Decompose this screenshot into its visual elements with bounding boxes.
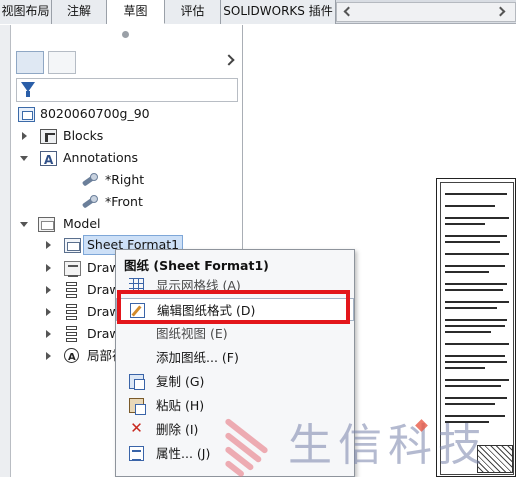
- section-view-icon: [66, 304, 78, 320]
- watermark-logo-icon: [222, 411, 282, 477]
- expand-arrow-icon[interactable]: [22, 132, 27, 140]
- scroll-left-icon[interactable]: [343, 6, 354, 17]
- sheet-format-icon: [64, 238, 81, 253]
- expand-arrow-icon[interactable]: [46, 241, 51, 249]
- feature-tree-tab-button[interactable]: [16, 51, 44, 74]
- panel-grip-icon[interactable]: [122, 31, 129, 38]
- command-manager-tabs: 视图布局 注解 草图 评估 SOLIDWORKS 插件: [0, 0, 516, 24]
- collapse-arrow-icon[interactable]: [20, 222, 28, 227]
- menu-item-copy[interactable]: 复制 (G): [116, 370, 354, 393]
- menu-item-add-sheet[interactable]: 添加图纸... (F): [116, 346, 354, 369]
- collapse-arrow-icon[interactable]: [20, 156, 28, 161]
- paste-icon: [129, 398, 146, 415]
- drawing-doc-icon: [18, 107, 35, 122]
- tab-annotation[interactable]: 注解: [52, 0, 107, 24]
- delete-icon: ✕: [130, 419, 143, 437]
- tab-evaluate[interactable]: 评估: [165, 0, 221, 24]
- expand-arrow-icon[interactable]: [46, 264, 51, 272]
- tree-item-label: Blocks: [63, 128, 104, 143]
- tree-item-label: *Right: [105, 172, 145, 187]
- expand-arrow-icon[interactable]: [46, 352, 51, 360]
- tree-item-label: *Front: [105, 194, 143, 209]
- tree-root-label: 8020060700g_90: [40, 106, 150, 121]
- tree-item-label: Annotations: [63, 150, 139, 165]
- left-edge-strip: [0, 25, 11, 477]
- watermark: 生信科技: [222, 407, 516, 477]
- properties-icon: [129, 446, 144, 461]
- watermark-text: 生信科技: [288, 420, 488, 471]
- expand-arrow-icon[interactable]: [46, 308, 51, 316]
- tree-item-label: Model: [63, 216, 101, 231]
- expand-arrow-icon[interactable]: [46, 286, 51, 294]
- annotation-view-icon: [80, 194, 100, 210]
- property-tab-button[interactable]: [48, 51, 76, 74]
- detail-view-icon: [64, 348, 79, 368]
- section-view-icon: [66, 326, 78, 342]
- menu-item-sheet-view[interactable]: 图纸视图 (E): [116, 322, 354, 345]
- annotations-icon: [40, 150, 57, 170]
- panel-tab-buttons: [16, 51, 239, 75]
- scroll-right-icon[interactable]: [495, 6, 506, 17]
- section-view-icon: [66, 282, 78, 298]
- context-menu-title: 图纸 (Sheet Format1): [124, 258, 269, 273]
- toolbar-strip: [336, 2, 516, 22]
- annotation-view-icon: [80, 172, 100, 188]
- highlight-box: [117, 290, 350, 324]
- expand-arrow-icon[interactable]: [46, 330, 51, 338]
- copy-icon: [129, 374, 145, 390]
- tab-solidworks-addins[interactable]: SOLIDWORKS 插件: [221, 0, 336, 24]
- model-sheet-icon: [38, 217, 55, 232]
- tab-view-layout[interactable]: 视图布局: [0, 0, 52, 24]
- tree-filter-box[interactable]: [16, 78, 238, 102]
- blocks-icon: [40, 129, 57, 144]
- drawing-view-icon: [64, 261, 81, 277]
- tab-sketch[interactable]: 草图: [107, 0, 165, 24]
